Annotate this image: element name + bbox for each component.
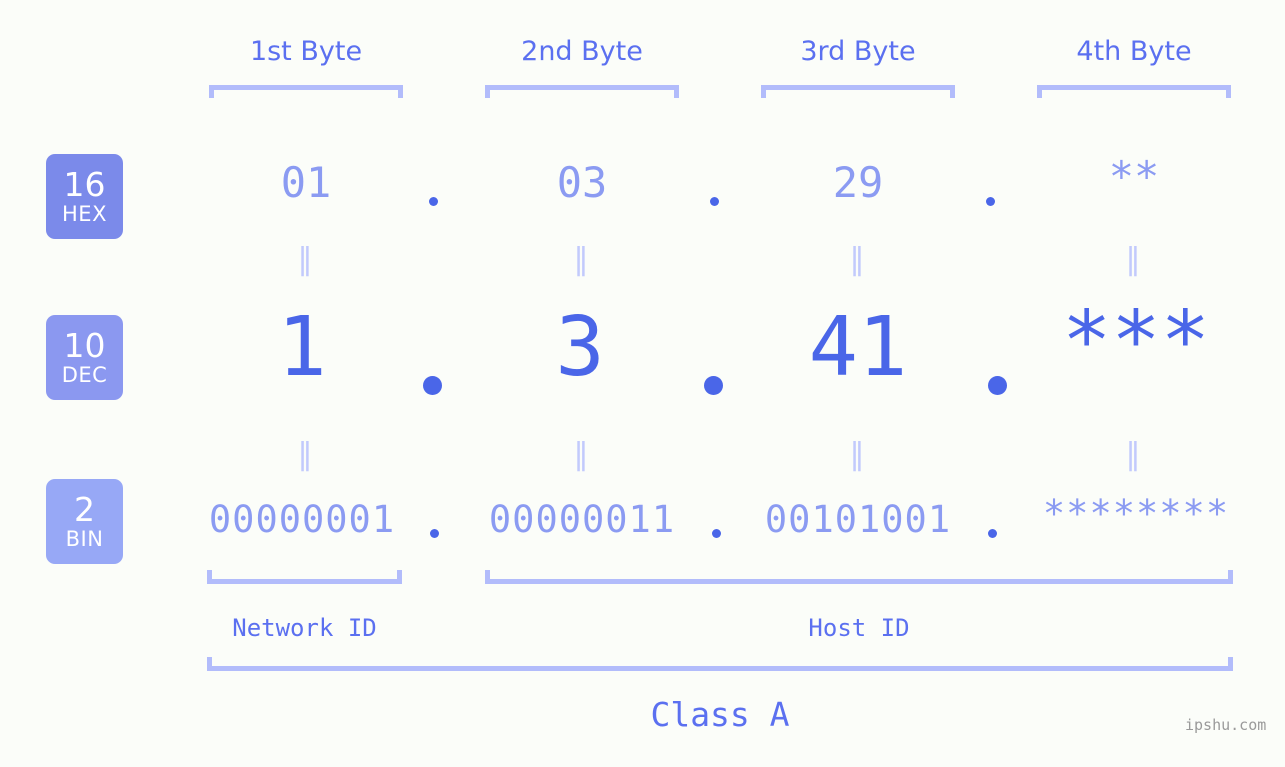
- equals-mark-hexdec-4: ‖: [1125, 242, 1143, 277]
- byte-label-3: 3rd Byte: [800, 36, 916, 67]
- class-label: Class A: [650, 695, 790, 734]
- equals-mark-decbin-3: ‖: [849, 437, 867, 472]
- dec-byte-3: 41: [808, 300, 908, 395]
- equals-mark-decbin-4: ‖: [1125, 437, 1143, 472]
- ip-address-breakdown-diagram: 1st Byte 2nd Byte 3rd Byte 4th Byte 16 H…: [0, 0, 1285, 767]
- bin-separator-dot-2: [712, 529, 721, 538]
- site-watermark: ipshu.com: [1185, 716, 1267, 734]
- base-badge-dec: 10 DEC: [46, 315, 123, 400]
- byte-bracket-4: [1037, 85, 1231, 98]
- class-bracket: [207, 657, 1233, 671]
- hex-byte-3: 29: [832, 158, 884, 207]
- equals-mark-hexdec-3: ‖: [849, 242, 867, 277]
- bin-byte-4: ********: [1042, 492, 1230, 535]
- base-badge-hex-number: 16: [63, 164, 106, 204]
- byte-bracket-2: [485, 85, 679, 98]
- dec-separator-dot-2: [704, 376, 723, 395]
- dec-byte-2: 3: [555, 300, 605, 395]
- bin-byte-1: 00000001: [208, 498, 396, 541]
- hex-separator-dot-1: [429, 197, 438, 206]
- base-badge-hex-name: HEX: [62, 201, 107, 226]
- equals-mark-hexdec-1: ‖: [297, 242, 315, 277]
- equals-mark-hexdec-2: ‖: [573, 242, 591, 277]
- base-badge-dec-name: DEC: [61, 362, 108, 387]
- bin-separator-dot-1: [430, 529, 439, 538]
- byte-bracket-1: [209, 85, 403, 98]
- byte-label-1: 1st Byte: [249, 36, 363, 67]
- dec-separator-dot-1: [423, 376, 442, 395]
- host-id-bracket: [485, 570, 1233, 584]
- hex-separator-dot-3: [986, 197, 995, 206]
- byte-bracket-3: [761, 85, 955, 98]
- bin-separator-dot-3: [988, 529, 997, 538]
- hex-separator-dot-2: [710, 197, 719, 206]
- host-id-label: Host ID: [808, 614, 910, 642]
- byte-label-2: 2nd Byte: [521, 36, 643, 67]
- hex-byte-2: 03: [556, 158, 608, 207]
- hex-byte-1: 01: [280, 158, 332, 207]
- byte-label-4: 4th Byte: [1076, 36, 1192, 67]
- network-id-label: Network ID: [232, 614, 377, 642]
- bin-byte-3: 00101001: [764, 498, 952, 541]
- hex-byte-4: **: [1108, 152, 1160, 201]
- equals-mark-decbin-1: ‖: [297, 437, 315, 472]
- dec-byte-4: ***: [1061, 294, 1211, 389]
- base-badge-dec-number: 10: [63, 325, 106, 365]
- bin-byte-2: 00000011: [488, 498, 676, 541]
- dec-byte-1: 1: [277, 300, 327, 395]
- base-badge-hex: 16 HEX: [46, 154, 123, 239]
- base-badge-bin: 2 BIN: [46, 479, 123, 564]
- dec-separator-dot-3: [988, 376, 1007, 395]
- base-badge-bin-number: 2: [74, 489, 95, 529]
- network-id-bracket: [207, 570, 402, 584]
- base-badge-bin-name: BIN: [65, 526, 104, 551]
- equals-mark-decbin-2: ‖: [573, 437, 591, 472]
